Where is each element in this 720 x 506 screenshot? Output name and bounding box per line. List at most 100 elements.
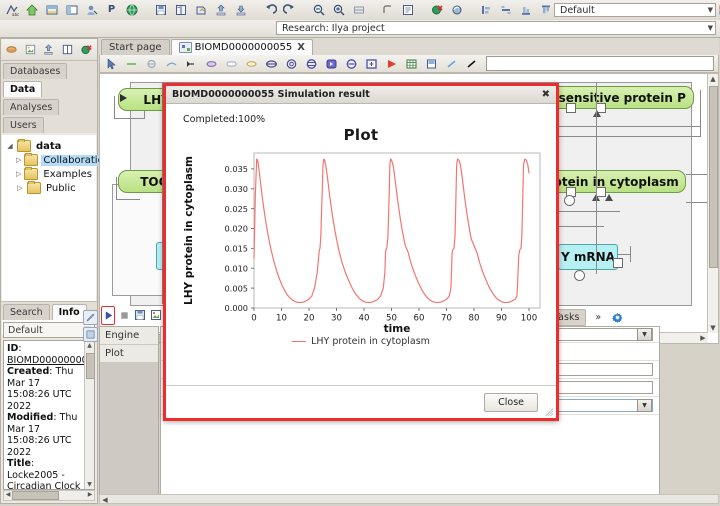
home-icon[interactable] — [22, 1, 41, 20]
collapse-arrow-icon[interactable]: ▷ — [16, 170, 21, 178]
diagram-search-input[interactable] — [486, 56, 714, 71]
scrollbar-thumb[interactable] — [86, 353, 94, 379]
refresh-icon[interactable] — [447, 1, 466, 20]
dissociation-icon[interactable] — [282, 54, 301, 73]
tree-node-examples[interactable]: ▷ Examples — [4, 167, 94, 181]
close-icon[interactable]: ✖ — [542, 89, 550, 100]
import-model-icon[interactable] — [22, 40, 40, 59]
path-icon[interactable] — [378, 1, 397, 20]
association-icon[interactable] — [262, 54, 281, 73]
align-top-icon[interactable] — [536, 1, 555, 20]
simulation-horizontal-scrollbar[interactable]: ◀ — [99, 494, 719, 504]
undo-icon[interactable] — [260, 1, 279, 20]
stop-icon[interactable] — [117, 306, 131, 325]
scroll-right-icon[interactable]: ▶ — [86, 491, 94, 498]
compartment-icon[interactable] — [322, 54, 341, 73]
chevron-down-icon[interactable]: ▼ — [637, 399, 652, 412]
scroll-left-icon[interactable]: ◀ — [4, 491, 12, 498]
align-left-icon[interactable] — [476, 1, 495, 20]
run-simulation-icon[interactable] — [101, 305, 115, 325]
zoom-in-icon[interactable] — [329, 1, 348, 20]
inhibition-icon[interactable] — [182, 54, 201, 73]
edit-icon[interactable] — [83, 310, 98, 325]
edge-icon[interactable] — [442, 54, 461, 73]
ellipse-icon[interactable] — [202, 54, 221, 73]
close-tab-icon[interactable]: X — [297, 42, 305, 53]
download-icon[interactable] — [231, 1, 250, 20]
oval-icon[interactable] — [242, 54, 261, 73]
catalysis-icon[interactable] — [162, 54, 181, 73]
export-icon[interactable] — [40, 40, 58, 59]
scroll-left-icon[interactable]: ◀ — [101, 496, 109, 504]
project-combo[interactable]: Research: Ilya project ▼ — [276, 21, 716, 35]
tree-node-collaboration[interactable]: ▷ Collaboration — [4, 153, 113, 167]
redo-icon[interactable] — [280, 1, 299, 20]
rectangle-icon[interactable] — [222, 54, 241, 73]
node-port[interactable] — [566, 103, 576, 113]
layout-split-icon[interactable] — [42, 1, 61, 20]
simulation-sections-list[interactable]: Engine Plot — [99, 326, 159, 504]
node-port[interactable] — [613, 258, 623, 268]
formula-icon[interactable]: abc — [2, 1, 21, 20]
resize-grip-icon[interactable] — [545, 408, 554, 417]
import-icon[interactable] — [191, 1, 210, 20]
zoom-out-icon[interactable] — [309, 1, 328, 20]
collapse-arrow-icon[interactable]: ▷ — [16, 156, 21, 164]
canvas-vertical-scrollbar[interactable]: ▲ ▼ — [707, 74, 718, 333]
info-profile-combo[interactable]: Default ▼ — [3, 322, 95, 338]
align-center-h-icon[interactable] — [496, 1, 515, 20]
delete-icon[interactable] — [77, 40, 95, 59]
add-note-icon[interactable] — [362, 54, 381, 73]
modifier-icon[interactable] — [142, 54, 161, 73]
expand-arrow-icon[interactable]: ◢ — [6, 142, 14, 150]
pointer-icon[interactable] — [102, 54, 121, 73]
tab-databases[interactable]: Databases — [3, 63, 68, 79]
new-diagram-icon[interactable] — [59, 40, 77, 59]
dialog-titlebar[interactable]: BIOMD0000000055 Simulation result ✖ — [166, 86, 556, 104]
tab-start-page[interactable]: Start page — [101, 39, 170, 55]
complex-icon[interactable] — [302, 54, 321, 73]
save-icon[interactable] — [151, 1, 170, 20]
list-item-plot[interactable]: Plot — [100, 345, 158, 363]
chevron-down-icon[interactable]: ▼ — [637, 328, 652, 341]
scroll-up-icon[interactable]: ▲ — [709, 75, 717, 83]
collapse-arrow-icon[interactable]: ▷ — [16, 184, 24, 192]
tab-analyses[interactable]: Analyses — [3, 99, 60, 115]
tree-node-public[interactable]: ▷ Public — [4, 181, 94, 195]
scrollbar-thumb[interactable] — [12, 491, 59, 500]
copy-icon[interactable] — [171, 1, 190, 20]
profile-combo[interactable]: Default ▼ — [554, 3, 716, 17]
layout-columns-icon[interactable] — [62, 1, 81, 20]
info-id-value[interactable]: BIOMD0000000055 — [7, 355, 94, 366]
info-horizontal-scrollbar[interactable]: ◀ ▶ — [3, 490, 95, 501]
scroll-up-icon[interactable]: ▲ — [86, 341, 93, 350]
tab-biomd0000000055[interactable]: BIOMD0000000055 X — [170, 39, 313, 55]
table-icon[interactable] — [402, 54, 421, 73]
panel-icon[interactable] — [83, 327, 98, 342]
close-diagram-icon[interactable] — [427, 1, 446, 20]
align-bottom-icon[interactable] — [516, 1, 535, 20]
scrollbar-thumb[interactable] — [709, 86, 718, 268]
p-icon[interactable]: P — [102, 1, 121, 20]
tab-info[interactable]: Info — [51, 304, 87, 320]
fit-icon[interactable] — [349, 1, 368, 20]
properties-icon[interactable] — [398, 1, 417, 20]
export-results-icon[interactable] — [149, 306, 163, 325]
scroll-down-icon[interactable]: ▼ — [86, 480, 93, 489]
open-repository-icon[interactable] — [3, 40, 21, 59]
line-icon[interactable] — [462, 54, 481, 73]
tab-users[interactable]: Users — [3, 117, 44, 133]
upload-icon[interactable] — [211, 1, 230, 20]
tree-node-data[interactable]: ◢ data — [4, 139, 94, 153]
close-button[interactable]: Close — [484, 393, 538, 412]
list-item-engine[interactable]: Engine — [100, 327, 158, 345]
diagram-node-y-mrna[interactable]: Y mRNA — [558, 244, 618, 270]
tab-search[interactable]: Search — [3, 304, 50, 320]
run-icon[interactable] — [382, 54, 401, 73]
user-icon[interactable] — [82, 1, 101, 20]
reaction-icon[interactable] — [122, 54, 141, 73]
degradation-icon[interactable] — [342, 54, 361, 73]
globe-icon[interactable] — [122, 1, 141, 20]
info-vertical-scrollbar[interactable]: ▲ ▼ — [84, 341, 94, 489]
tab-data[interactable]: Data — [3, 81, 43, 97]
